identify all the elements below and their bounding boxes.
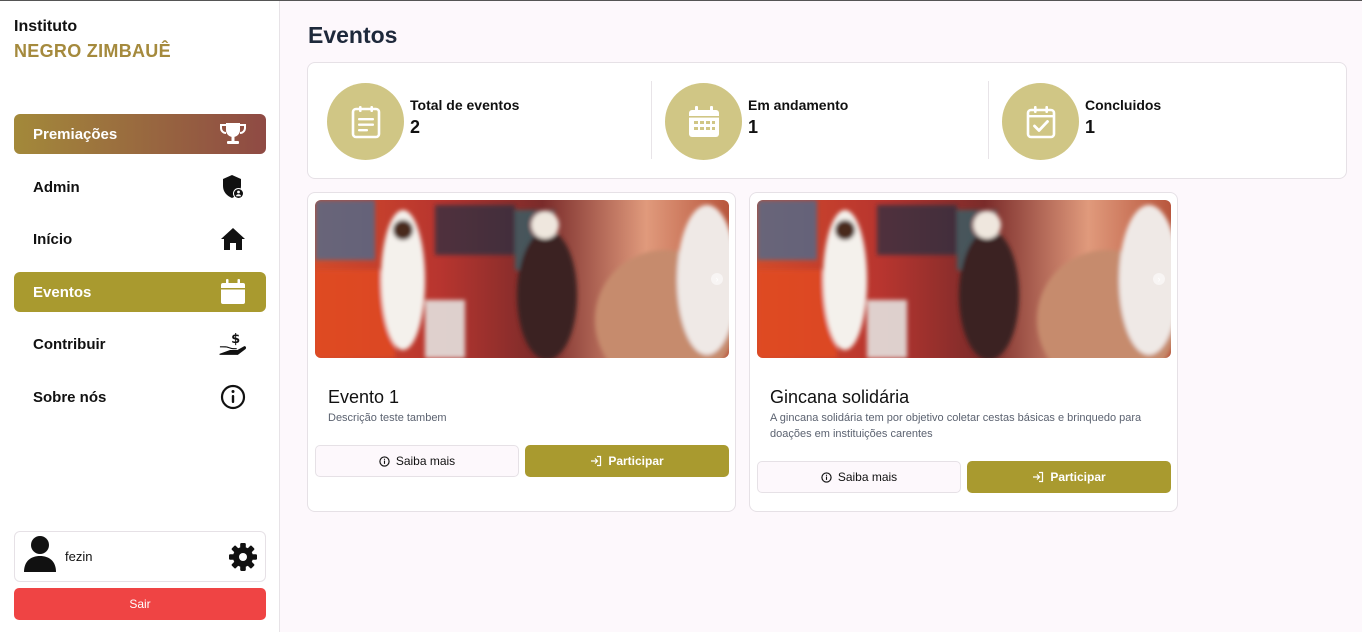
brand-line2: NEGRO ZIMBAUÊ xyxy=(14,41,171,61)
info-icon xyxy=(379,455,390,467)
info-icon xyxy=(219,383,247,411)
participate-button[interactable]: Participar xyxy=(967,461,1171,493)
calendar-grid-icon xyxy=(665,83,742,160)
sidebar-item-label: Início xyxy=(33,230,73,248)
more-info-button[interactable]: Saiba mais xyxy=(757,461,961,493)
user-profile: fezin xyxy=(14,531,266,582)
sidebar-item-premiacoes[interactable]: Premiações xyxy=(14,114,266,154)
sidebar-item-label: Sobre nós xyxy=(33,388,107,406)
chevron-right-icon[interactable]: › xyxy=(1153,273,1165,285)
sidebar-item-sobre[interactable]: Sobre nós xyxy=(14,377,266,417)
stat-label: Total de eventos xyxy=(410,97,520,113)
logout-button[interactable]: Sair xyxy=(14,588,266,620)
more-info-label: Saiba mais xyxy=(837,470,898,484)
sidebar-item-label: Eventos xyxy=(33,283,92,301)
participate-label: Participar xyxy=(608,454,664,468)
sidebar-item-eventos[interactable]: Eventos xyxy=(14,272,266,312)
stat-label: Concluidos xyxy=(1085,97,1162,113)
sidebar-item-inicio[interactable]: Início xyxy=(14,219,266,259)
document-icon xyxy=(327,83,404,160)
login-icon xyxy=(1033,471,1044,483)
login-icon xyxy=(591,455,602,467)
participate-button[interactable]: Participar xyxy=(525,445,729,477)
avatar xyxy=(23,535,57,578)
event-card: › Evento 1 Descrição teste tambem Saiba … xyxy=(307,192,736,512)
user-name: fezin xyxy=(65,549,93,564)
stat-value: 1 xyxy=(1085,117,1096,137)
stat-divider xyxy=(988,81,989,159)
calendar-icon xyxy=(219,278,247,306)
sidebar-item-label: Premiações xyxy=(33,125,118,143)
sidebar-item-label: Contribuir xyxy=(33,335,106,353)
event-description: A gincana solidária tem por objetivo col… xyxy=(770,412,1142,440)
event-title: Evento 1 xyxy=(328,387,400,407)
stat-completed: Concluidos 1 xyxy=(1002,63,1161,180)
event-image: › xyxy=(757,200,1171,358)
stats-panel: Total de eventos 2 Em andamento 1 Conclu… xyxy=(307,62,1347,179)
trophy-icon xyxy=(219,120,247,148)
event-title: Gincana solidária xyxy=(770,387,910,407)
event-image: › xyxy=(315,200,729,358)
stat-value: 1 xyxy=(748,117,759,137)
page-title: Eventos xyxy=(308,22,398,48)
stat-total: Total de eventos 2 xyxy=(327,63,519,180)
shield-user-icon xyxy=(219,173,247,201)
donate-hand-icon: $ xyxy=(219,330,247,358)
svg-text:$: $ xyxy=(231,332,240,347)
stat-label: Em andamento xyxy=(748,97,849,113)
participate-label: Participar xyxy=(1050,470,1106,484)
stat-in-progress: Em andamento 1 xyxy=(665,63,848,180)
chevron-right-icon[interactable]: › xyxy=(711,273,723,285)
gear-icon[interactable] xyxy=(228,542,258,572)
stat-divider xyxy=(651,81,652,159)
sidebar: Instituto NEGRO ZIMBAUÊ Premiações Admin… xyxy=(0,1,280,632)
brand-line1: Instituto xyxy=(14,18,78,35)
home-icon xyxy=(219,225,247,253)
event-card: › Gincana solidária A gincana solidária … xyxy=(749,192,1178,512)
sidebar-item-label: Admin xyxy=(33,178,80,196)
sidebar-item-admin[interactable]: Admin xyxy=(14,167,266,207)
calendar-check-icon xyxy=(1002,83,1079,160)
info-icon xyxy=(821,471,832,483)
stat-value: 2 xyxy=(410,117,421,137)
event-description: Descrição teste tambem xyxy=(328,412,447,424)
more-info-label: Saiba mais xyxy=(395,454,456,468)
sidebar-item-contribuir[interactable]: Contribuir $ xyxy=(14,324,266,364)
more-info-button[interactable]: Saiba mais xyxy=(315,445,519,477)
